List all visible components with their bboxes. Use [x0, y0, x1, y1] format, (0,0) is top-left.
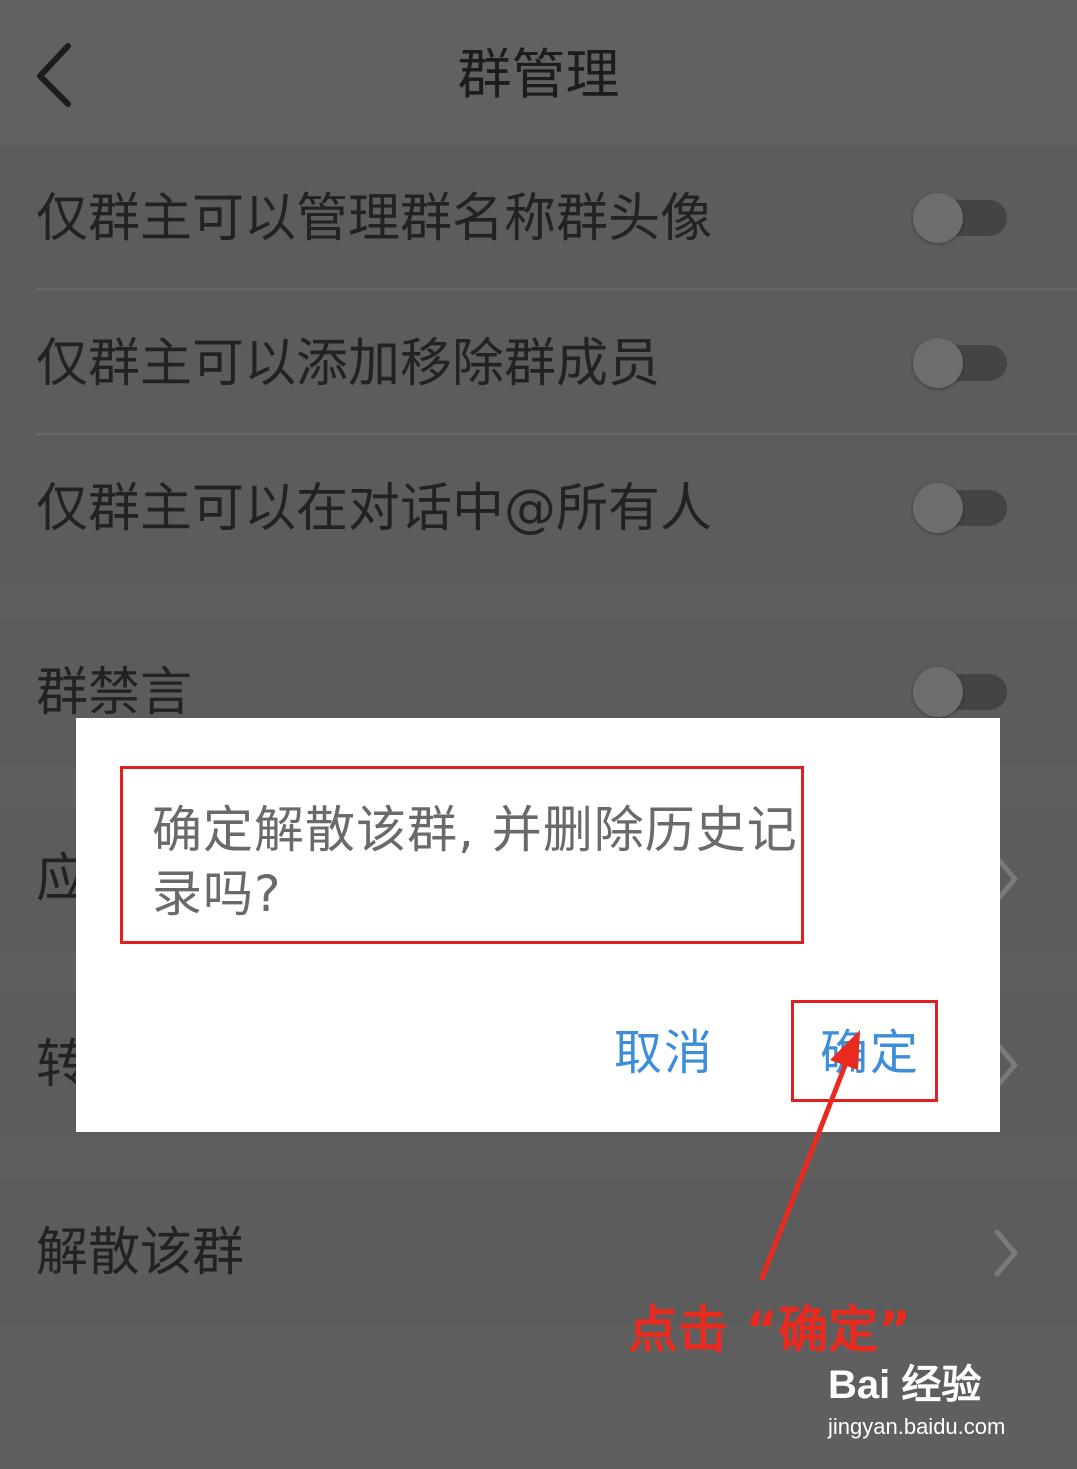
row-divider	[36, 288, 1077, 290]
toggle-switch[interactable]	[913, 193, 1007, 243]
cancel-button[interactable]: 取消	[614, 1018, 714, 1088]
watermark-url: jingyan.baidu.com	[828, 1414, 1006, 1439]
confirm-highlight-box	[791, 1000, 938, 1102]
setting-row-manage-name-avatar[interactable]: 仅群主可以管理群名称群头像	[0, 146, 1077, 290]
setting-row-mention-all[interactable]: 仅群主可以在对话中@所有人	[0, 436, 1077, 584]
setting-row-add-remove-members[interactable]: 仅群主可以添加移除群成员	[0, 291, 1077, 435]
row-divider	[36, 433, 1077, 435]
setting-label: 仅群主可以添加移除群成员	[36, 334, 661, 394]
message-highlight-box	[120, 766, 804, 944]
confirm-dialog: 确定解散该群, 并删除历史记录吗? 取消 确定	[76, 718, 1000, 1132]
chevron-right-icon	[994, 1229, 1018, 1277]
setting-label: 仅群主可以管理群名称群头像	[36, 189, 713, 249]
toggle-switch[interactable]	[913, 338, 1007, 388]
page-title: 群管理	[457, 43, 620, 106]
setting-label: 解散该群	[36, 1223, 245, 1283]
title-bar: 群管理	[0, 0, 1077, 146]
watermark-logo: Bai 经验	[828, 1363, 982, 1407]
setting-label: 仅群主可以在对话中@所有人	[36, 479, 713, 539]
setting-row-dissolve-group[interactable]: 解散该群	[0, 1180, 1077, 1324]
toggle-switch[interactable]	[913, 483, 1007, 533]
baidu-jingyan-watermark: Bai 经验 jingyan.baidu.com	[828, 1352, 1028, 1452]
toggle-switch[interactable]	[913, 667, 1007, 717]
